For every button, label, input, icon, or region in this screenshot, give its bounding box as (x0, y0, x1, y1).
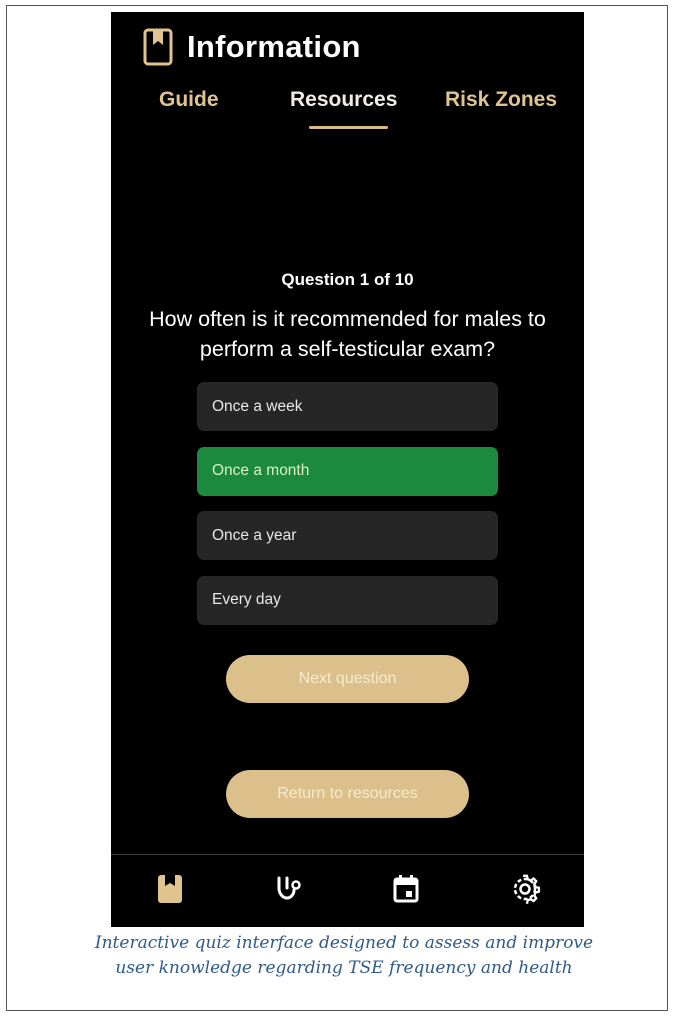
figure-caption: Interactive quiz interface designed to a… (27, 931, 661, 981)
page-title: Information (187, 29, 361, 64)
question-text: How often is it recommended for males to… (149, 307, 546, 361)
answer-option[interactable]: Every day (197, 575, 498, 625)
stethoscope-icon (277, 876, 301, 900)
active-tab-indicator (309, 126, 388, 129)
tab-guide[interactable]: Guide (159, 88, 219, 112)
answer-option[interactable]: Once a week (197, 382, 498, 431)
question-counter: Question 1 of 10 (281, 270, 414, 289)
nav-calendar[interactable] (388, 871, 424, 907)
tab-bar: Guide Resources Risk Zones (111, 88, 584, 132)
return-to-resources-button[interactable]: Return to resources (226, 770, 469, 818)
bottom-nav (111, 855, 584, 927)
bookmark-icon (158, 875, 182, 903)
gear-icon (513, 874, 540, 904)
tab-resources[interactable]: Resources (290, 88, 397, 112)
caption-line-2: user knowledge regarding TSE frequency a… (115, 958, 573, 978)
calendar-icon (393, 875, 419, 903)
figure-frame: Information Guide Resources Risk Zones Q… (6, 5, 668, 1011)
nav-settings[interactable] (507, 871, 543, 907)
answer-option-selected[interactable]: Once a month (197, 446, 498, 496)
bookmark-book-icon (143, 28, 173, 66)
nav-health[interactable] (271, 871, 307, 907)
answer-option[interactable]: Once a year (197, 511, 498, 560)
answer-options: Once a week Once a month Once a year Eve… (197, 382, 498, 640)
tab-risk-zones[interactable]: Risk Zones (445, 88, 557, 112)
phone-screen: Information Guide Resources Risk Zones Q… (111, 12, 584, 927)
next-question-button[interactable]: Next question (226, 655, 469, 703)
nav-information[interactable] (152, 871, 188, 907)
app-header: Information (143, 28, 361, 66)
caption-line-1: Interactive quiz interface designed to a… (94, 933, 594, 953)
